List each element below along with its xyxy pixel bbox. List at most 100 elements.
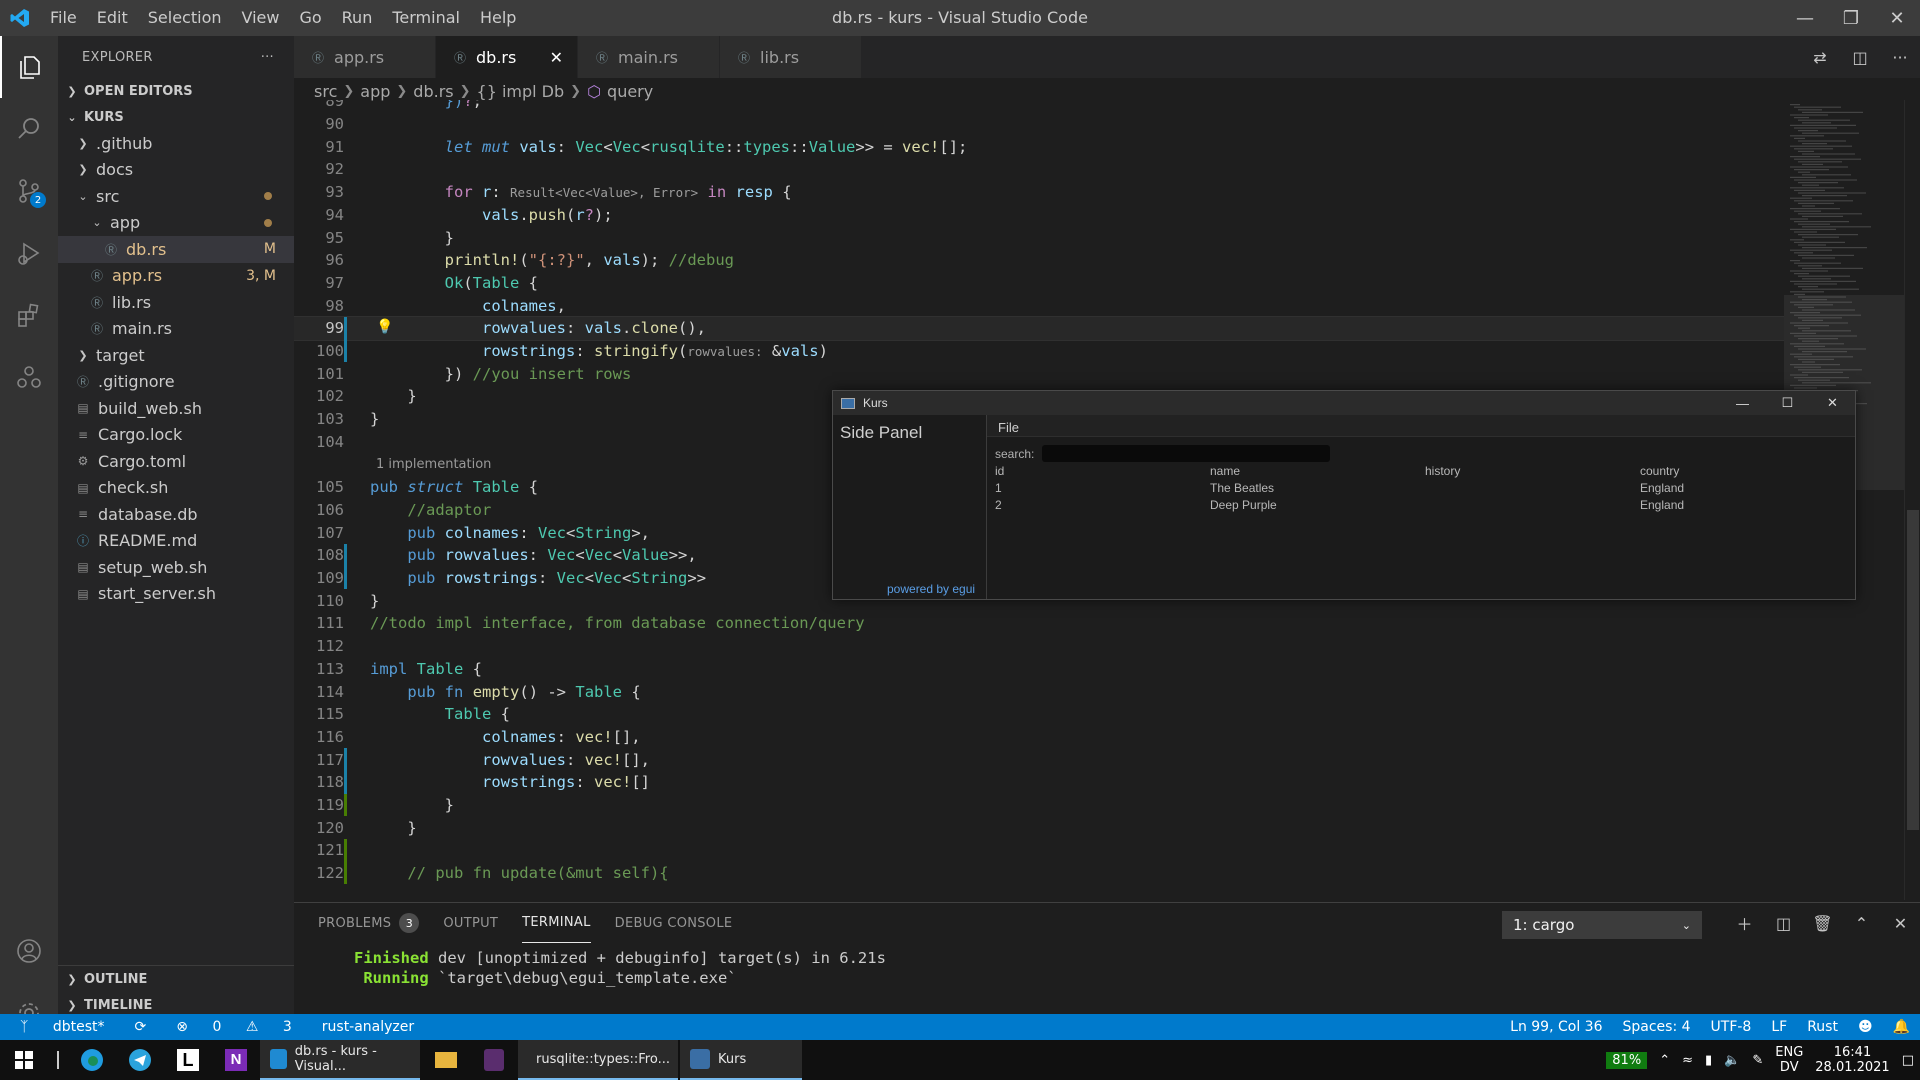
feedback-icon[interactable]: ☻ bbox=[1858, 1019, 1873, 1035]
git-branch[interactable]: ᛉ dbtest* bbox=[10, 1019, 115, 1035]
tab-main-rs[interactable]: Ⓡmain.rs bbox=[578, 36, 720, 78]
edge-browser-icon[interactable] bbox=[68, 1040, 116, 1080]
panel-tab-terminal[interactable]: TERMINAL bbox=[522, 903, 591, 943]
menu-item-terminal[interactable]: Terminal bbox=[382, 0, 470, 36]
pen-icon[interactable]: ✎ bbox=[1752, 1053, 1763, 1068]
close-icon[interactable]: ✕ bbox=[1874, 0, 1920, 36]
menu-item-file[interactable]: File bbox=[40, 0, 87, 36]
table-row[interactable]: 1 The Beatles England bbox=[995, 479, 1855, 496]
code-line[interactable]: 117 rowvalues: vec![], bbox=[294, 748, 1784, 771]
editor-scrollbar[interactable] bbox=[1904, 100, 1920, 900]
file-tree-item[interactable]: ⚙ Cargo.toml bbox=[58, 448, 294, 475]
code-line[interactable]: 94 vals.push(r?); bbox=[294, 204, 1784, 227]
wifi-icon[interactable]: ≈ bbox=[1682, 1053, 1693, 1068]
code-line[interactable]: 122 // pub fn update(&mut self){ bbox=[294, 861, 1784, 885]
powered-by-egui-link[interactable]: powered by egui bbox=[887, 582, 975, 596]
code-line[interactable]: 120 } bbox=[294, 816, 1784, 839]
file-tree-item[interactable]: Ⓡapp.rs 3, M bbox=[58, 263, 294, 290]
file-tree-item[interactable]: ❯ target bbox=[58, 342, 294, 369]
rust-analyzer-status[interactable]: rust-analyzer bbox=[322, 1019, 414, 1035]
file-tree-item[interactable]: ⓘ README.md bbox=[58, 528, 294, 555]
code-line[interactable]: 115 Table { bbox=[294, 703, 1784, 726]
file-tree-item[interactable]: ⌄ app bbox=[58, 210, 294, 237]
code-line[interactable]: 89 })?; bbox=[294, 100, 1784, 113]
more-actions-icon[interactable]: ··· bbox=[261, 50, 274, 65]
extensions-icon[interactable] bbox=[0, 284, 58, 346]
new-terminal-icon[interactable]: ＋ bbox=[1725, 911, 1764, 935]
menu-item-run[interactable]: Run bbox=[332, 0, 383, 36]
kurs-file-menu[interactable]: File bbox=[987, 415, 1855, 437]
more-actions-icon[interactable]: ··· bbox=[1880, 48, 1920, 67]
close-tab-icon[interactable]: ✕ bbox=[550, 48, 563, 67]
close-icon[interactable]: ✕ bbox=[1810, 391, 1855, 415]
telegram-icon[interactable] bbox=[116, 1040, 164, 1080]
file-tree-item[interactable]: Ⓡ .gitignore bbox=[58, 369, 294, 396]
code-line[interactable]: 101 }) //you insert rows bbox=[294, 362, 1784, 385]
battery-indicator[interactable]: 81% bbox=[1606, 1051, 1648, 1069]
lightbulb-icon[interactable]: 💡 bbox=[376, 319, 393, 335]
app-icon[interactable] bbox=[470, 1040, 518, 1080]
volume-icon[interactable]: 🔈 bbox=[1724, 1053, 1740, 1068]
file-tree-item[interactable]: ⌄ src bbox=[58, 183, 294, 210]
open-changes-icon[interactable]: ⇄ bbox=[1800, 48, 1840, 67]
problems-status[interactable]: ⊗ 0 ⚠ 3 bbox=[166, 1019, 302, 1035]
panel-tab-output[interactable]: OUTPUT bbox=[443, 903, 498, 943]
code-line[interactable]: 99 rowvalues: vals.clone(), 💡 bbox=[294, 316, 1784, 341]
tab-db-rs[interactable]: Ⓡdb.rs ✕ bbox=[436, 36, 578, 78]
encoding[interactable]: UTF-8 bbox=[1711, 1019, 1752, 1035]
chevron-up-icon[interactable]: ⌃ bbox=[1659, 1053, 1670, 1068]
search-icon[interactable] bbox=[0, 98, 58, 160]
indentation[interactable]: Spaces: 4 bbox=[1622, 1019, 1690, 1035]
code-line[interactable]: 114 pub fn empty() -> Table { bbox=[294, 680, 1784, 703]
code-line[interactable]: 112 bbox=[294, 635, 1784, 658]
action-center-icon[interactable]: □ bbox=[1902, 1053, 1914, 1068]
code-line[interactable]: 118 rowstrings: vec![] bbox=[294, 771, 1784, 794]
panel-tab-problems[interactable]: PROBLEMS 3 bbox=[318, 903, 420, 943]
code-line[interactable]: 116 colnames: vec![], bbox=[294, 726, 1784, 749]
code-line[interactable]: 93 for r: Result<Vec<Value>, Error> in r… bbox=[294, 181, 1784, 204]
file-tree-item[interactable]: ≡ database.db bbox=[58, 501, 294, 528]
terminal-select[interactable]: 1: cargo ⌄ bbox=[1502, 911, 1702, 939]
menu-item-view[interactable]: View bbox=[232, 0, 290, 36]
menu-item-help[interactable]: Help bbox=[470, 0, 526, 36]
minimize-icon[interactable]: — bbox=[1782, 0, 1828, 36]
breadcrumb-item[interactable]: {} impl Db bbox=[477, 82, 565, 101]
code-line[interactable]: 97 Ok(Table { bbox=[294, 272, 1784, 295]
breadcrumb-item[interactable]: src bbox=[314, 82, 337, 101]
end-of-line[interactable]: LF bbox=[1771, 1019, 1787, 1035]
code-line[interactable]: 98 colnames, bbox=[294, 294, 1784, 317]
breadcrumb-item[interactable]: db.rs bbox=[413, 82, 453, 101]
task-view-icon[interactable] bbox=[48, 1040, 68, 1080]
code-line[interactable]: 121 bbox=[294, 839, 1784, 862]
account-icon[interactable] bbox=[0, 920, 58, 982]
split-editor-icon[interactable]: ◫ bbox=[1840, 48, 1880, 67]
code-line[interactable]: 119 } bbox=[294, 793, 1784, 817]
remote-explorer-icon[interactable] bbox=[0, 346, 58, 408]
language-mode[interactable]: Rust bbox=[1807, 1019, 1838, 1035]
tab-lib-rs[interactable]: Ⓡlib.rs bbox=[720, 36, 862, 78]
terminal-output[interactable]: Finished dev [unoptimized + debuginfo] t… bbox=[294, 943, 1920, 989]
menu-item-go[interactable]: Go bbox=[289, 0, 331, 36]
close-panel-icon[interactable]: ✕ bbox=[1881, 914, 1920, 933]
notifications-bell-icon[interactable]: 🔔 bbox=[1893, 1019, 1910, 1035]
explorer-icon[interactable] bbox=[0, 36, 58, 98]
windows-start-icon[interactable] bbox=[0, 1040, 48, 1080]
file-explorer-icon[interactable] bbox=[422, 1040, 470, 1080]
open-editors-section[interactable]: ❯ OPEN EDITORS bbox=[58, 78, 294, 104]
restore-icon[interactable]: ❐ bbox=[1828, 0, 1874, 36]
run-debug-icon[interactable] bbox=[0, 222, 58, 284]
trash-icon[interactable]: 🗑 bbox=[1803, 914, 1842, 933]
section-outline[interactable]: ❯ OUTLINE bbox=[58, 966, 294, 992]
file-tree-item[interactable]: ▤ build_web.sh bbox=[58, 395, 294, 422]
code-line[interactable]: 111 //todo impl interface, from database … bbox=[294, 612, 1784, 635]
table-row[interactable]: 2 Deep Purple England bbox=[995, 496, 1855, 513]
sync-icon[interactable]: ⟳ bbox=[135, 1019, 147, 1035]
split-terminal-icon[interactable]: ◫ bbox=[1764, 914, 1803, 933]
codelens-implementations[interactable]: 1 implementation bbox=[376, 457, 491, 472]
code-line[interactable]: 113 impl Table { bbox=[294, 658, 1784, 681]
code-line[interactable]: 100 rowstrings: stringify(rowvalues: &va… bbox=[294, 339, 1784, 363]
code-line[interactable]: 96 println!("{:?}", vals); //debug bbox=[294, 249, 1784, 272]
cursor-position[interactable]: Ln 99, Col 36 bbox=[1510, 1019, 1602, 1035]
tab-app-rs[interactable]: Ⓡapp.rs bbox=[294, 36, 436, 78]
file-tree-item[interactable]: Ⓡmain.rs bbox=[58, 316, 294, 343]
